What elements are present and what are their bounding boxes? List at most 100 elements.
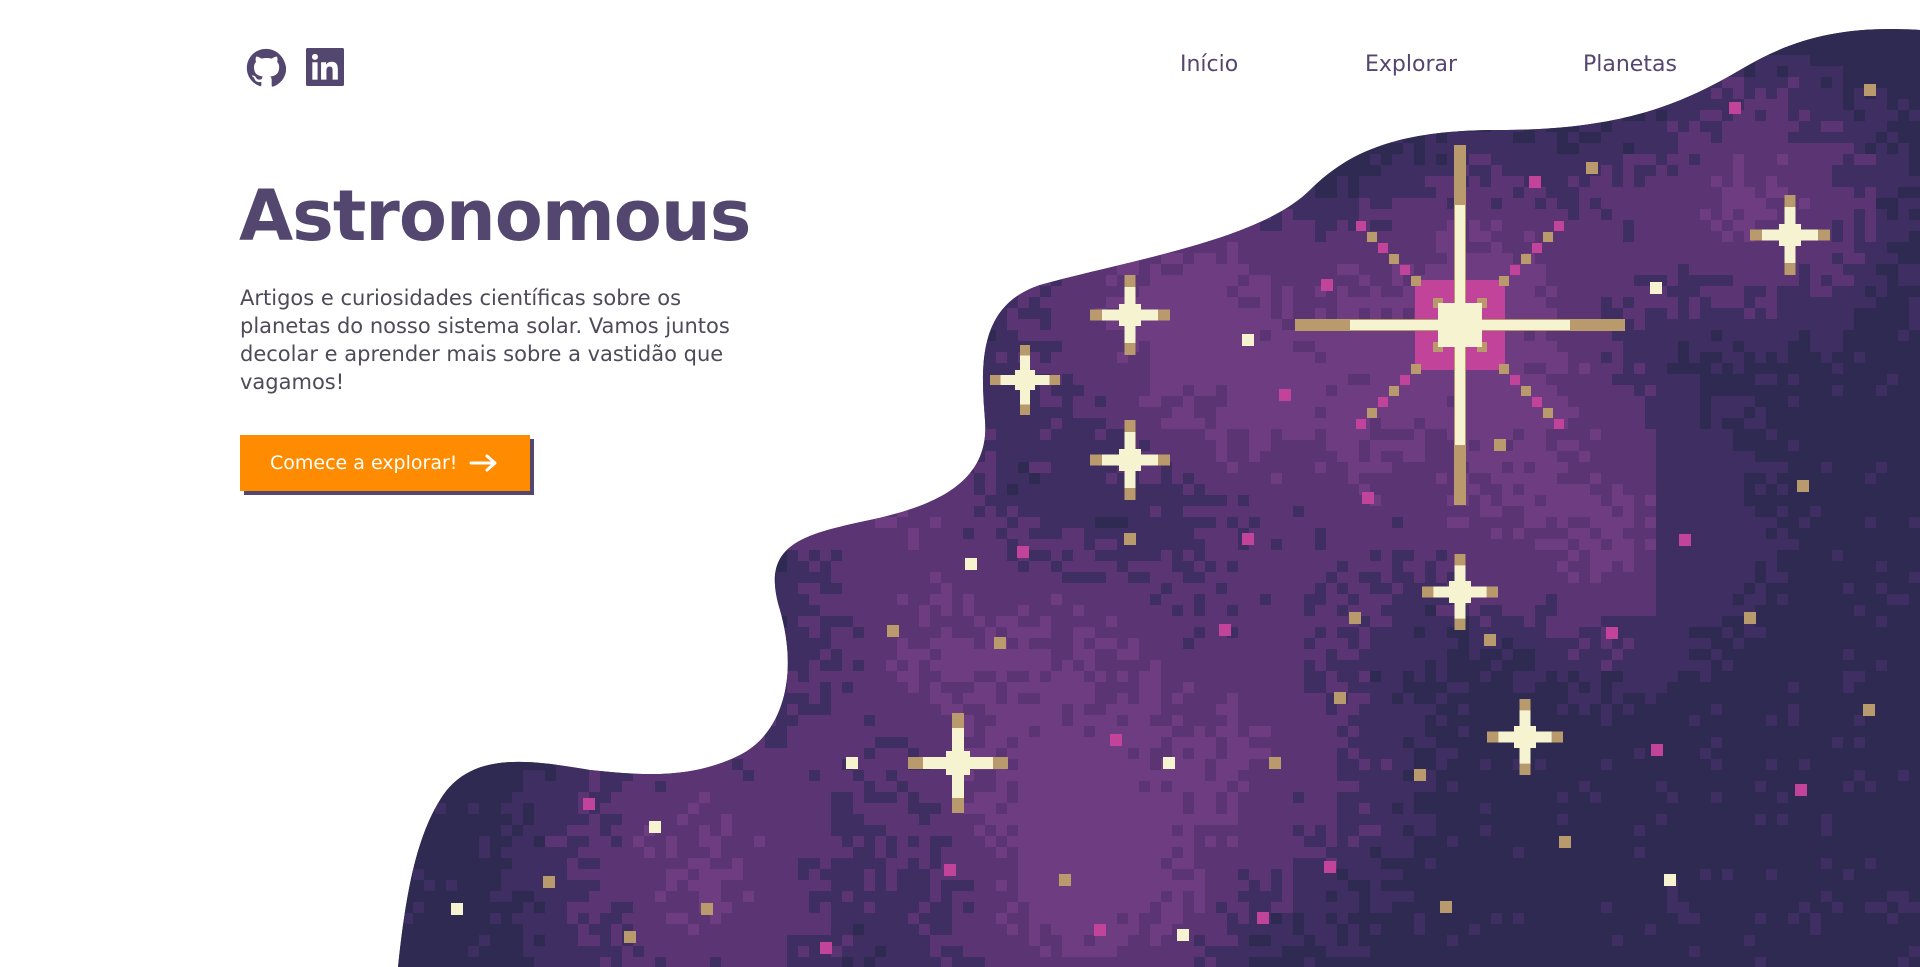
nebula-pixel [578,99,589,110]
nebula-pixel [1018,176,1029,187]
nebula-pixel [875,275,886,286]
nebula-pixel [1645,176,1656,187]
nebula-pixel [1051,66,1062,77]
nebula-pixel [1205,275,1216,286]
nebula-pixel [1425,88,1436,99]
nebula-pixel [831,275,842,286]
nebula-pixel [985,253,996,264]
nebula-pixel [1172,341,1183,352]
nebula-pixel [1392,286,1403,297]
nebula-pixel [1183,0,1194,11]
nebula-pixel [864,363,875,374]
nebula-pixel [1634,176,1645,187]
nebula-pixel [974,29,985,33]
nebula-pixel [974,55,985,66]
nebula-pixel [413,66,424,77]
nebula-pixel [1106,154,1117,165]
nebula-pixel [1183,198,1194,209]
nebula-pixel [1216,341,1227,352]
nebula-pixel [1139,231,1150,242]
nebula-pixel [1480,88,1491,99]
nebula-pixel [1260,242,1271,253]
nebula-pixel [633,110,644,121]
nebula-pixel [765,297,776,308]
nebula-pixel [776,187,787,198]
nebula-pixel [1502,143,1513,154]
nebula-pixel [1051,44,1062,55]
nebula-pixel [1106,220,1117,231]
nebula-pixel [1799,29,1810,33]
nebula-pixel [1766,319,1777,330]
nebula-pixel [831,187,842,198]
nebula-pixel [1491,165,1502,176]
nebula-pixel [1799,319,1810,330]
nebula-pixel [941,55,952,66]
nebula-pixel [1821,275,1832,286]
nebula-pixel [996,143,1007,154]
nebula-pixel [941,352,952,363]
nebula-pixel [1744,176,1755,187]
nebula-pixel [1469,242,1480,253]
nebula-layer [398,0,1920,967]
nebula-pixel [787,264,798,275]
nebula-pixel [1282,319,1293,330]
nebula-pixel [1216,176,1227,187]
nebula-pixel [1249,220,1260,231]
nebula-pixel [1227,341,1238,352]
nebula-pixel [787,363,798,374]
nebula-pixel [1238,154,1249,165]
nebula-pixel [1502,165,1513,176]
nebula-pixel [1227,275,1238,286]
nebula-pixel [1766,33,1777,44]
nebula-pixel [1821,308,1832,319]
nebula-pixel [1018,0,1029,11]
nebula-pixel [1117,121,1128,132]
nebula-pixel [930,231,941,242]
nebula-pixel [1337,198,1348,209]
nebula-pixel [1051,341,1062,352]
nebula-pixel [534,77,545,88]
nebula-pixel [897,29,908,33]
nebula-pixel [512,132,523,143]
nebula-pixel [1040,110,1051,121]
nebula-pixel [1513,363,1524,374]
nebula-pixel [1216,154,1227,165]
nebula-pixel [1898,198,1909,209]
nebula-pixel [1491,253,1502,264]
nebula-pixel [1612,220,1623,231]
nebula-pixel [1271,0,1282,11]
nebula-pixel [952,319,963,330]
nebula-pixel [710,132,721,143]
nebula-pixel [1194,363,1205,374]
nebula-pixel [941,198,952,209]
nebula-pixel [1579,33,1590,44]
nebula-pixel [930,88,941,99]
nebula-pixel [831,385,842,396]
nebula-pixel [1227,264,1238,275]
nebula-pixel [908,11,919,22]
nebula-pixel [1315,165,1326,176]
nebula-pixel [1898,99,1909,110]
nebula-pixel [1183,154,1194,165]
nebula-pixel [1315,143,1326,154]
nebula-pixel [930,308,941,319]
nebula-pixel [1337,363,1348,374]
nebula-pixel [1062,110,1073,121]
nebula-pixel [1359,374,1370,385]
nebula-pixel [1854,220,1865,231]
nebula-pixel [1293,88,1304,99]
nebula-pixel [1095,29,1106,33]
nebula-pixel [1557,341,1568,352]
nebula-pixel [1656,341,1667,352]
nebula-pixel [798,352,809,363]
nebula-pixel [600,88,611,99]
nebula-pixel [1161,121,1172,132]
nebula-pixel [534,99,545,110]
nebula-pixel [952,176,963,187]
nebula-pixel [886,297,897,308]
nebula-pixel [798,319,809,330]
nebula-pixel [1546,11,1557,22]
nebula-pixel [1260,220,1271,231]
nebula-pixel [1326,121,1337,132]
nebula-pixel [1524,121,1535,132]
